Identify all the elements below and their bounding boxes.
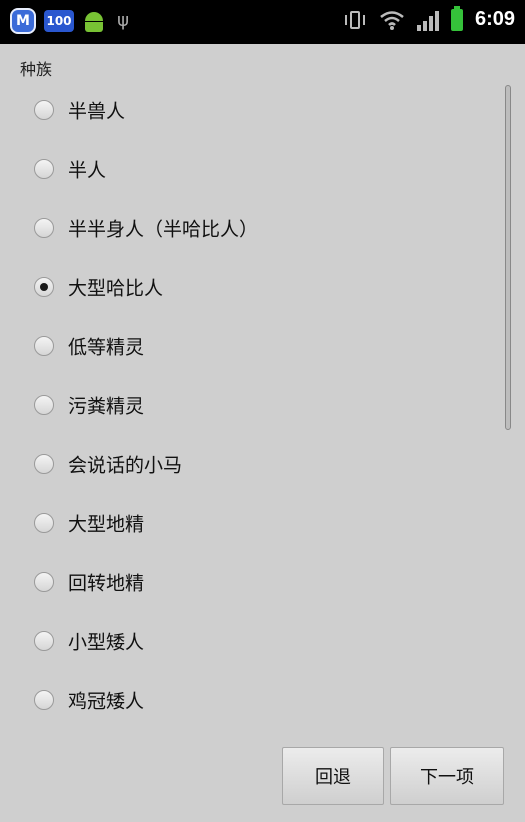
signal-icon: [416, 9, 439, 31]
race-option-label: 半兽人: [68, 100, 126, 122]
vibrate-icon: [343, 9, 367, 31]
race-option-label: 大型地精: [68, 513, 145, 535]
race-option[interactable]: 低等精灵: [0, 316, 525, 375]
back-button[interactable]: 回退: [282, 747, 384, 805]
scrollbar[interactable]: [505, 85, 511, 430]
race-option-label: 鸡冠矮人: [68, 690, 145, 712]
section-title: 种族: [20, 60, 53, 79]
app-shield-icon: M: [10, 8, 36, 34]
radio-unchecked-icon[interactable]: [34, 99, 54, 120]
status-right-icons: 6:09: [343, 5, 515, 31]
race-option-label: 半半身人（半哈比人）: [68, 218, 259, 240]
race-option-label: 半人: [68, 159, 107, 181]
race-option[interactable]: 半人: [0, 139, 525, 198]
race-option[interactable]: 回转地精: [0, 552, 525, 611]
race-option[interactable]: 大型哈比人: [0, 257, 525, 316]
race-option-list: 半兽人半人半半身人（半哈比人） 大型哈比人低等精灵污粪精灵会说话的小马 大型地精回转…: [0, 80, 525, 729]
race-option[interactable]: 半半身人（半哈比人）: [0, 198, 525, 257]
radio-unchecked-icon[interactable]: [34, 394, 54, 415]
race-option[interactable]: 鸡冠矮人: [0, 670, 525, 729]
status-bar: M 100 ψ 6:09: [0, 0, 525, 44]
radio-unchecked-icon[interactable]: [34, 630, 54, 651]
race-option[interactable]: 污粪精灵: [0, 375, 525, 434]
race-option-label: 污粪精灵: [68, 395, 145, 417]
race-option-label: 小型矮人: [68, 631, 145, 653]
radio-checked-icon[interactable]: [34, 276, 54, 297]
radio-unchecked-icon[interactable]: [34, 217, 54, 238]
wifi-icon: [380, 10, 404, 30]
radio-unchecked-icon[interactable]: [34, 158, 54, 179]
battery-100-icon: 100: [44, 10, 74, 32]
race-option-label: 低等精灵: [68, 336, 145, 358]
radio-unchecked-icon[interactable]: [34, 689, 54, 710]
android-icon: [82, 9, 106, 33]
race-option[interactable]: 半兽人: [0, 80, 525, 139]
radio-unchecked-icon[interactable]: [34, 453, 54, 474]
race-option-label: 会说话的小马: [68, 454, 183, 476]
usb-icon: ψ: [117, 10, 129, 31]
race-option-label: 大型哈比人: [68, 277, 164, 299]
bottom-action-bar: 回退 下一项: [0, 742, 525, 822]
status-left-icons: M 100 ψ: [10, 8, 132, 34]
radio-unchecked-icon[interactable]: [34, 512, 54, 533]
battery-icon: [450, 5, 463, 31]
race-option-label: 回转地精: [68, 572, 145, 594]
radio-unchecked-icon[interactable]: [34, 335, 54, 356]
next-button[interactable]: 下一项: [390, 747, 504, 805]
clock: 6:09: [474, 8, 515, 30]
radio-unchecked-icon[interactable]: [34, 571, 54, 592]
race-option[interactable]: 大型地精: [0, 493, 525, 552]
race-option[interactable]: 小型矮人: [0, 611, 525, 670]
race-option[interactable]: 会说话的小马: [0, 434, 525, 493]
